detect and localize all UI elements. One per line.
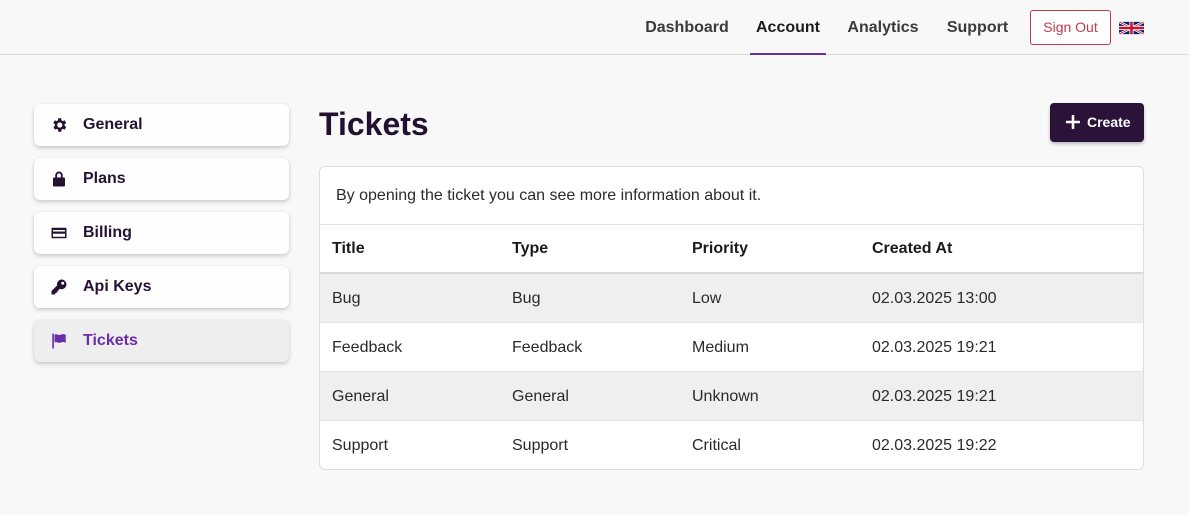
cell-title: Feedback	[332, 339, 403, 356]
column-header-priority[interactable]: Priority	[692, 225, 748, 273]
sidebar-item-label: General	[83, 116, 143, 133]
nav-link-account[interactable]: Account	[750, 0, 826, 55]
cell-created-at: 02.03.2025 13:00	[872, 290, 997, 307]
cell-title: Support	[332, 437, 389, 454]
column-header-type[interactable]: Type	[512, 225, 548, 273]
cell-created-at: 02.03.2025 19:21	[872, 339, 997, 356]
sidebar-item-label: Plans	[83, 170, 126, 187]
cell-priority: Medium	[692, 339, 749, 356]
tickets-card: By opening the ticket you can see more i…	[319, 166, 1144, 470]
cell-priority: Unknown	[692, 388, 759, 405]
column-header-created-at[interactable]: Created At	[872, 225, 952, 273]
flag-icon	[52, 333, 66, 349]
cell-type: General	[512, 388, 569, 405]
table-header: Title Type Priority Created At	[320, 224, 1143, 274]
table-row[interactable]: Bug Bug Low 02.03.2025 13:00	[320, 274, 1143, 323]
uk-flag-icon[interactable]	[1119, 20, 1144, 36]
table-row[interactable]: General General Unknown 02.03.2025 19:21	[320, 372, 1143, 421]
page-title: Tickets	[319, 106, 429, 142]
create-ticket-button[interactable]: Create	[1050, 103, 1144, 142]
table-row[interactable]: Support Support Critical 02.03.2025 19:2…	[320, 421, 1143, 469]
sign-out-button[interactable]: Sign Out	[1030, 10, 1111, 45]
lock-icon	[53, 171, 65, 187]
cell-priority: Low	[692, 290, 722, 307]
sidebar-item-tickets[interactable]: Tickets	[34, 320, 289, 362]
cell-type: Feedback	[512, 339, 583, 356]
tickets-description: By opening the ticket you can see more i…	[336, 187, 762, 204]
gear-icon	[53, 118, 67, 132]
cell-title: Bug	[332, 290, 361, 307]
sidebar-item-label: Api Keys	[83, 278, 152, 295]
table-row[interactable]: Feedback Feedback Medium 02.03.2025 19:2…	[320, 323, 1143, 372]
cell-title: General	[332, 388, 389, 405]
cell-created-at: 02.03.2025 19:21	[872, 388, 997, 405]
top-navigation: Dashboard Account Analytics Support Sign…	[0, 0, 1189, 55]
column-header-title[interactable]: Title	[332, 225, 365, 273]
key-icon	[51, 279, 67, 295]
sidebar-item-plans[interactable]: Plans	[34, 158, 289, 200]
sidebar-item-api-keys[interactable]: Api Keys	[34, 266, 289, 308]
credit-card-icon	[51, 227, 67, 239]
nav-link-support[interactable]: Support	[940, 0, 1015, 54]
nav-link-dashboard[interactable]: Dashboard	[640, 0, 734, 54]
cell-priority: Critical	[692, 437, 741, 454]
plus-icon	[1066, 115, 1080, 129]
cell-type: Support	[512, 437, 569, 454]
nav-link-analytics[interactable]: Analytics	[842, 0, 924, 54]
create-button-label: Create	[1087, 114, 1131, 130]
cell-type: Bug	[512, 290, 541, 307]
cell-created-at: 02.03.2025 19:22	[872, 437, 997, 454]
sidebar-item-billing[interactable]: Billing	[34, 212, 289, 254]
sidebar-item-label: Tickets	[83, 332, 138, 349]
sidebar-item-label: Billing	[83, 224, 132, 241]
sidebar-item-general[interactable]: General	[34, 104, 289, 146]
